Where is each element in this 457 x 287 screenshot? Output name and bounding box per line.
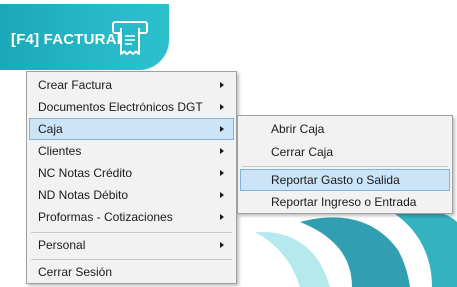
menu-item-clientes[interactable]: Clientes xyxy=(29,140,234,162)
menu-item-label: Cerrar Sesión xyxy=(38,265,113,279)
submenu-item-label: Reportar Ingreso o Entrada xyxy=(271,195,417,209)
menu-item-label: NC Notas Crédito xyxy=(38,166,133,180)
submenu-item-abrir-caja[interactable]: Abrir Caja xyxy=(240,118,450,140)
menu-item-label: Clientes xyxy=(38,144,82,158)
caja-submenu: Abrir Caja Cerrar Caja Reportar Gasto o … xyxy=(237,115,453,214)
submenu-item-reportar-ingreso[interactable]: Reportar Ingreso o Entrada xyxy=(240,191,450,213)
menu-item-label: Personal xyxy=(38,238,86,252)
menu-item-documentos-electronicos[interactable]: Documentos Electrónicos DGT xyxy=(29,96,234,118)
menu-item-nc-notas-credito[interactable]: NC Notas Crédito xyxy=(29,162,234,184)
menu-item-label: ND Notas Débito xyxy=(38,188,129,202)
menu-separator xyxy=(242,166,448,167)
submenu-item-label: Cerrar Caja xyxy=(271,145,334,159)
menu-item-caja[interactable]: Caja xyxy=(29,118,234,140)
submenu-arrow-icon xyxy=(220,192,224,198)
menu-item-cerrar-sesion[interactable]: Cerrar Sesión xyxy=(29,261,234,283)
menu-item-nd-notas-debito[interactable]: ND Notas Débito xyxy=(29,184,234,206)
menu-item-personal[interactable]: Personal xyxy=(29,234,234,256)
submenu-item-label: Abrir Caja xyxy=(271,122,325,136)
menu-separator xyxy=(31,232,232,233)
submenu-item-reportar-gasto[interactable]: Reportar Gasto o Salida xyxy=(240,169,450,191)
menu-separator xyxy=(31,259,232,260)
submenu-item-label: Reportar Gasto o Salida xyxy=(271,173,400,187)
submenu-arrow-icon xyxy=(220,82,224,88)
submenu-arrow-icon xyxy=(220,148,224,154)
menu-item-label: Documentos Electrónicos DGT xyxy=(38,100,203,114)
submenu-arrow-icon xyxy=(220,170,224,176)
submenu-arrow-icon xyxy=(220,104,224,110)
receipt-register-icon xyxy=(112,21,148,55)
facturar-dropdown-menu: Crear Factura Documentos Electrónicos DG… xyxy=(26,71,237,284)
submenu-arrow-icon xyxy=(220,242,224,248)
submenu-arrow-icon xyxy=(220,214,224,220)
menu-item-proformas-cotizaciones[interactable]: Proformas - Cotizaciones xyxy=(29,206,234,228)
menu-item-crear-factura[interactable]: Crear Factura xyxy=(29,74,234,96)
submenu-item-cerrar-caja[interactable]: Cerrar Caja xyxy=(240,141,450,163)
facturar-banner-button[interactable]: [F4] FACTURAR xyxy=(0,4,169,70)
menu-item-label: Proformas - Cotizaciones xyxy=(38,210,173,224)
menu-item-label: Caja xyxy=(38,122,63,136)
submenu-arrow-icon xyxy=(220,126,224,132)
menu-item-label: Crear Factura xyxy=(38,78,113,92)
